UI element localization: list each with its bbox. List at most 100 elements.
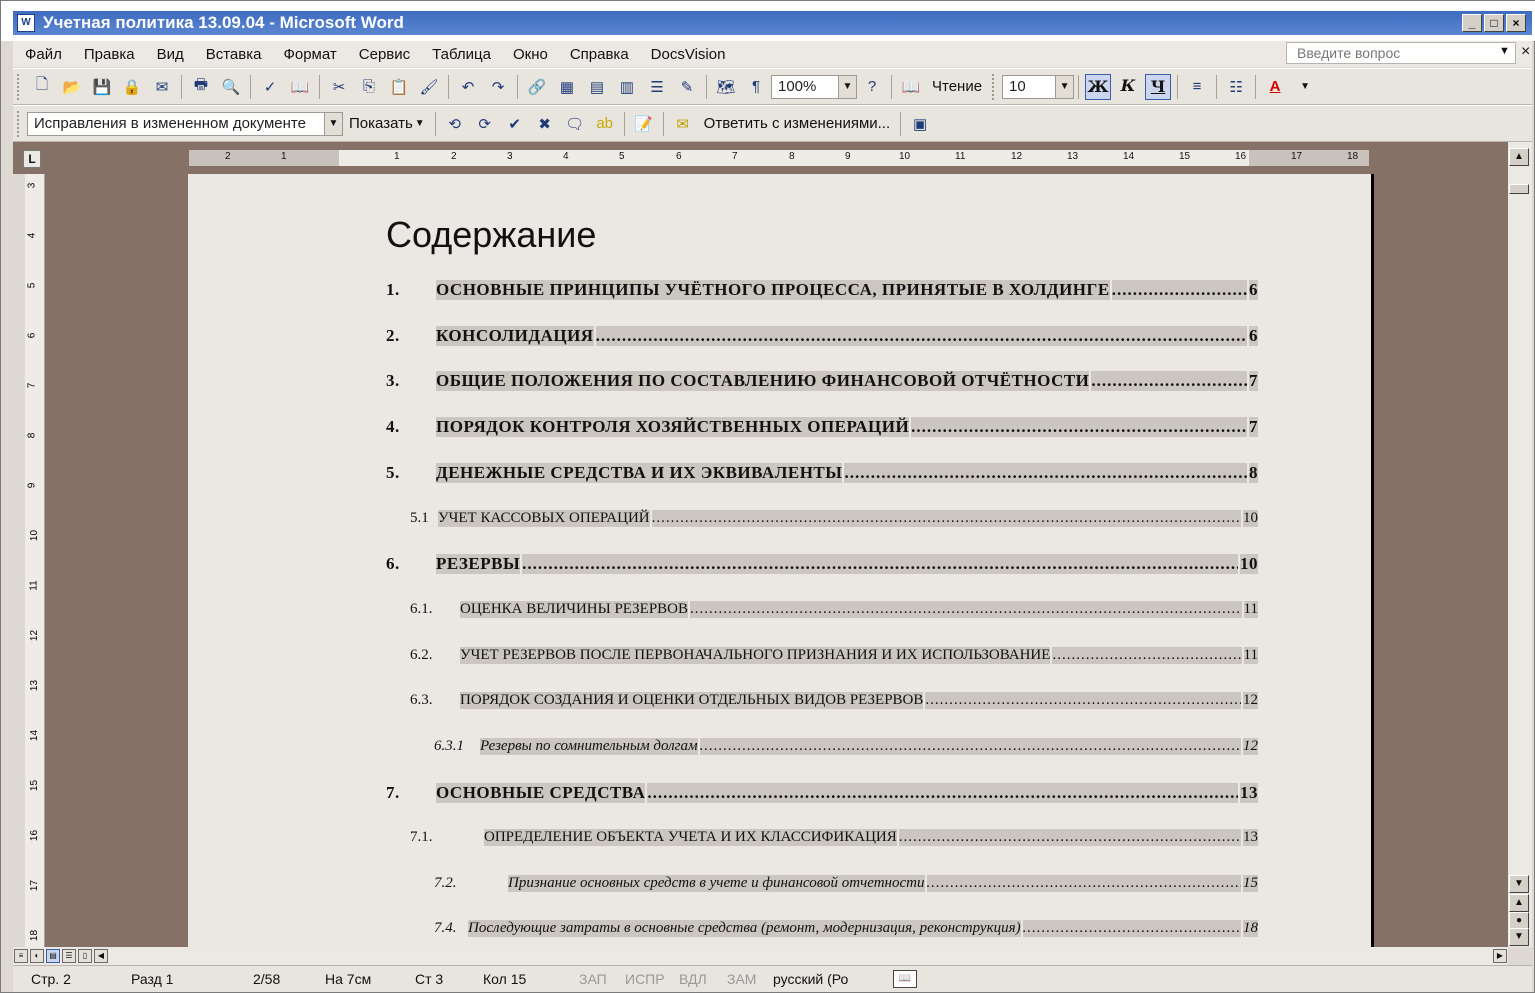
drawing-icon[interactable]: ✎ (676, 76, 698, 98)
scroll-thumb[interactable] (1509, 184, 1529, 194)
toc-entry[interactable]: 6.3.1 Резервы по сомнительным долгам 12 (434, 738, 1258, 755)
spelling-status-icon[interactable]: 📖 (893, 970, 917, 988)
menu-help[interactable]: Справка (570, 46, 629, 63)
scroll-right-button[interactable]: ▶ (1493, 949, 1507, 963)
chevron-down-icon[interactable]: ▼ (324, 112, 342, 135)
insert-table-icon[interactable]: ▤ (586, 76, 608, 98)
tables-borders-icon[interactable]: ▦ (556, 76, 578, 98)
bullets-icon[interactable]: ☷ (1225, 76, 1247, 98)
reading-view-icon[interactable]: ▯ (78, 949, 92, 963)
columns-icon[interactable]: ☰ (646, 76, 668, 98)
status-rec[interactable]: ЗАП (579, 971, 607, 987)
reading-layout-icon[interactable]: 📖 (900, 76, 922, 98)
italic-button[interactable]: К (1115, 74, 1141, 100)
reply-with-changes-button[interactable]: Ответить с изменениями... (704, 115, 890, 132)
spelling-icon[interactable]: ✓ (259, 76, 281, 98)
scroll-up-button[interactable]: ▲ (1509, 148, 1529, 166)
horizontal-scrollbar[interactable]: ≡ ◐ ▤ ☰ ▯ ◀ ▶ (13, 947, 1508, 965)
chevron-down-icon[interactable]: ▼ (838, 75, 856, 98)
horizontal-ruler[interactable]: 2 1 1 2 3 4 5 6 7 8 9 10 11 12 13 14 15 … (189, 150, 1369, 166)
ask-dropdown-icon[interactable]: ▼ (1499, 45, 1510, 57)
menu-tools[interactable]: Сервис (359, 46, 410, 63)
toc-entry[interactable]: 7.4. Последующие затраты в основные сред… (434, 920, 1258, 937)
status-ext[interactable]: ВДЛ (679, 971, 707, 987)
menu-file[interactable]: Файл (25, 46, 62, 63)
document-area[interactable]: Содержание 1. ОСНОВНЫЕ ПРИНЦИПЫ УЧЁТНОГО… (45, 174, 1508, 947)
reviewing-pane-icon[interactable]: ▣ (909, 113, 931, 135)
document-map-icon[interactable]: 🗺 (715, 76, 737, 98)
toc-entry[interactable]: 2. КОНСОЛИДАЦИЯ 6 (386, 326, 1258, 346)
research-icon[interactable]: 📖 (289, 76, 311, 98)
word-app-icon[interactable]: W (17, 14, 35, 32)
redo-icon[interactable]: ↷ (487, 76, 509, 98)
help-icon[interactable]: ? (861, 76, 883, 98)
font-size-combo[interactable]: 10 ▼ (1002, 74, 1075, 99)
document-page[interactable]: Содержание 1. ОСНОВНЫЕ ПРИНЦИПЫ УЧЁТНОГО… (188, 174, 1374, 947)
toc-entry[interactable]: 5. ДЕНЕЖНЫЕ СРЕДСТВА И ИХ ЭКВИВАЛЕНТЫ 8 (386, 463, 1258, 483)
scroll-down-button[interactable]: ▼ (1509, 875, 1529, 893)
highlight-icon[interactable]: ab (594, 113, 616, 135)
toc-entry[interactable]: 7.2. Признание основных средств в учете … (434, 875, 1258, 892)
close-button[interactable]: × (1506, 14, 1526, 32)
toolbar-grip[interactable] (17, 110, 21, 137)
menu-view[interactable]: Вид (157, 46, 184, 63)
accept-change-icon[interactable]: ✔ (504, 113, 526, 135)
zoom-combo[interactable]: 100% ▼ (771, 74, 857, 99)
maximize-button[interactable]: □ (1484, 14, 1504, 32)
scroll-left-button[interactable]: ◀ (94, 949, 108, 963)
menu-edit[interactable]: Правка (84, 46, 135, 63)
reading-button[interactable]: Чтение (932, 78, 982, 95)
print-layout-icon[interactable]: ▤ (46, 949, 60, 963)
print-preview-icon[interactable]: 🔍 (220, 76, 242, 98)
toc-entry[interactable]: 6. РЕЗЕРВЫ 10 (386, 554, 1258, 574)
format-painter-icon[interactable]: 🖌 (418, 76, 440, 98)
reject-change-icon[interactable]: ✖ (534, 113, 556, 135)
vertical-ruler[interactable]: 3 4 5 6 7 8 9 10 11 12 13 14 15 16 17 18 (25, 174, 45, 947)
minimize-button[interactable]: _ (1462, 14, 1482, 32)
menu-insert[interactable]: Вставка (206, 46, 262, 63)
toc-entry[interactable]: 7.1. ОПРЕДЕЛЕНИЕ ОБЪЕКТА УЧЕТА И ИХ КЛАС… (410, 829, 1258, 846)
next-page-button[interactable]: ▼ (1509, 928, 1529, 946)
review-mode-combo[interactable]: Исправления в измененном документе ▼ (27, 111, 343, 136)
font-color-icon[interactable]: A (1264, 76, 1286, 98)
save-icon[interactable]: 💾 (91, 76, 113, 98)
document-close-button[interactable]: × (1521, 43, 1530, 61)
cut-icon[interactable]: ✂ (328, 76, 350, 98)
status-ovr[interactable]: ЗАМ (727, 971, 756, 987)
toc-entry[interactable]: 6.2. УЧЕТ РЕЗЕРВОВ ПОСЛЕ ПЕРВОНАЧАЛЬНОГО… (410, 647, 1258, 664)
align-center-icon[interactable]: ≡ (1186, 76, 1208, 98)
track-changes-icon[interactable]: 📝 (633, 113, 655, 135)
toolbar-grip[interactable] (992, 73, 996, 100)
paste-icon[interactable]: 📋 (388, 76, 410, 98)
previous-change-icon[interactable]: ⟲ (444, 113, 466, 135)
print-icon[interactable]: 🖶 (190, 76, 212, 98)
previous-page-button[interactable]: ▲ (1509, 894, 1529, 912)
chevron-down-icon[interactable]: ▼ (1055, 75, 1074, 98)
toc-entry[interactable]: 6.1. ОЦЕНКА ВЕЛИЧИНЫ РЕЗЕРВОВ 11 (410, 601, 1258, 618)
toc-entry[interactable]: 5.1 УЧЕТ КАССОВЫХ ОПЕРАЦИЙ 10 (410, 510, 1258, 527)
vertical-scrollbar[interactable]: ▲ ▼ ▲ ● ▼ (1508, 142, 1532, 947)
toc-entry[interactable]: 7. ОСНОВНЫЕ СРЕДСТВА 13 (386, 783, 1258, 803)
hyperlink-icon[interactable]: 🔗 (526, 76, 548, 98)
email-icon[interactable]: ✉ (151, 76, 173, 98)
chevron-down-icon[interactable]: ▼ (1294, 76, 1316, 98)
undo-icon[interactable]: ↶ (457, 76, 479, 98)
ask-question-input[interactable]: Введите вопрос (1286, 42, 1516, 64)
toc-entry[interactable]: 4. ПОРЯДОК КОНТРОЛЯ ХОЗЯЙСТВЕННЫХ ОПЕРАЦ… (386, 417, 1258, 437)
permission-icon[interactable]: 🔒 (121, 76, 143, 98)
insert-excel-icon[interactable]: ▥ (616, 76, 638, 98)
outline-view-icon[interactable]: ☰ (62, 949, 76, 963)
toolbar-grip[interactable] (17, 73, 21, 100)
next-change-icon[interactable]: ⟳ (474, 113, 496, 135)
normal-view-icon[interactable]: ≡ (14, 949, 28, 963)
open-folder-icon[interactable]: 📂 (61, 76, 83, 98)
toc-entry[interactable]: 6.3. ПОРЯДОК СОЗДАНИЯ И ОЦЕНКИ ОТДЕЛЬНЫХ… (410, 692, 1258, 709)
chevron-down-icon[interactable]: ▼ (415, 118, 425, 129)
new-document-icon[interactable]: 🗋 (31, 76, 53, 98)
show-hide-icon[interactable]: ¶ (745, 76, 767, 98)
web-layout-icon[interactable]: ◐ (30, 949, 44, 963)
reply-changes-icon[interactable]: ✉ (672, 113, 694, 135)
bold-button[interactable]: Ж (1085, 73, 1112, 100)
toc-entry[interactable]: 1. ОСНОВНЫЕ ПРИНЦИПЫ УЧЁТНОГО ПРОЦЕССА, … (386, 280, 1258, 300)
menu-window[interactable]: Окно (513, 46, 548, 63)
